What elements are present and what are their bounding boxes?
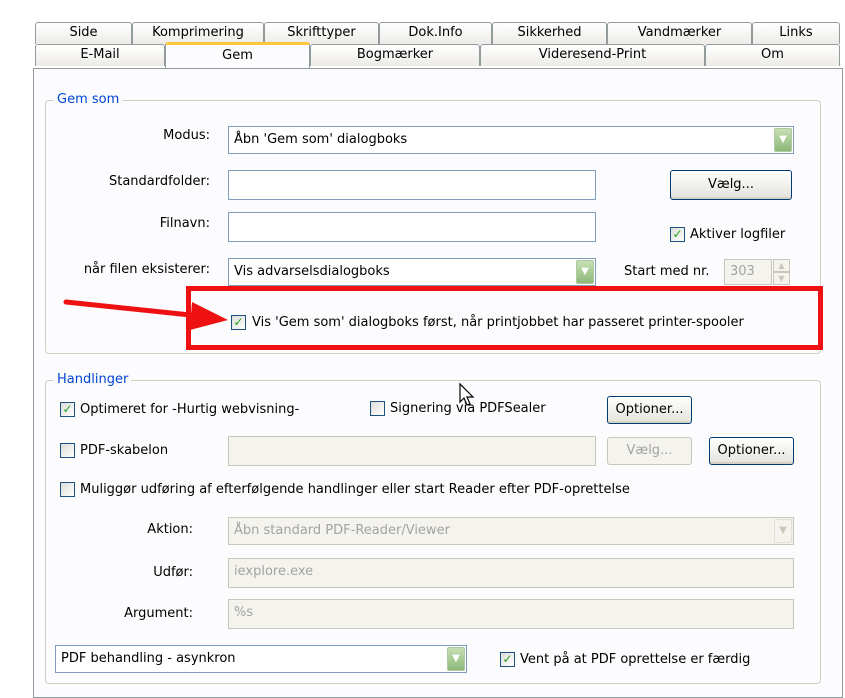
tab-komprimering[interactable]: Komprimering xyxy=(132,22,264,44)
handlinger-legend: Handlinger xyxy=(54,372,132,388)
chevron-down-icon[interactable]: ▼ xyxy=(774,519,792,543)
udfoer-label: Udfør: xyxy=(153,565,193,580)
modus-label: Modus: xyxy=(163,128,210,143)
eksisterer-dropdown[interactable]: Vis advarselsdialogboks ▼ xyxy=(228,258,596,286)
pdf-skabelon-checkbox[interactable] xyxy=(60,443,75,458)
vent-checkbox[interactable]: ✓ xyxy=(500,652,515,667)
udfoer-input[interactable]: iexplore.exe xyxy=(228,558,794,588)
optimeret-checkbox[interactable]: ✓ xyxy=(60,402,75,417)
tab-links[interactable]: Links xyxy=(752,22,840,44)
eksisterer-value: Vis advarselsdialogboks xyxy=(234,264,390,279)
eksisterer-label: når filen eksisterer: xyxy=(83,262,210,277)
vent-label: Vent på at PDF oprettelse er færdig xyxy=(520,652,751,667)
chevron-down-icon[interactable]: ▼ xyxy=(447,647,465,671)
tab-e-mail[interactable]: E-Mail xyxy=(35,44,165,66)
vis-gem-som-checkbox[interactable]: ✓ xyxy=(231,315,246,330)
checkmark-icon: ✓ xyxy=(233,315,244,329)
vaelg-skabelon-button[interactable]: Vælg... xyxy=(607,437,692,465)
tab-bogmaerker[interactable]: Bogmærker xyxy=(310,44,480,66)
aktion-label: Aktion: xyxy=(147,522,193,537)
filnavn-input[interactable] xyxy=(228,212,596,242)
standardfolder-input[interactable] xyxy=(228,170,596,200)
optioner-signering-button[interactable]: Optioner... xyxy=(607,396,692,424)
spin-down-icon[interactable]: ▼ xyxy=(773,272,790,285)
aktiver-logfiler-checkbox[interactable]: ✓ xyxy=(670,227,685,242)
signering-checkbox[interactable] xyxy=(370,401,385,416)
tab-side[interactable]: Side xyxy=(35,22,132,44)
optimeret-label: Optimeret for -Hurtig webvisning- xyxy=(80,402,300,417)
muliggoer-checkbox[interactable] xyxy=(60,482,75,497)
chevron-down-icon[interactable]: ▼ xyxy=(774,128,792,152)
start-med-nr-input[interactable]: 303 xyxy=(724,259,772,285)
pdf-behandling-dropdown[interactable]: PDF behandling - asynkron ▼ xyxy=(55,645,467,673)
vis-gem-som-label: Vis 'Gem som' dialogboks først, når prin… xyxy=(252,315,744,330)
pdf-behandling-value: PDF behandling - asynkron xyxy=(61,651,236,666)
chevron-down-icon[interactable]: ▼ xyxy=(576,260,594,284)
aktion-value: Åbn standard PDF-Reader/Viewer xyxy=(234,523,450,538)
pdf-skabelon-input[interactable] xyxy=(228,436,596,466)
modus-dropdown[interactable]: Åbn 'Gem som' dialogboks ▼ xyxy=(228,126,794,154)
optioner-skabelon-button[interactable]: Optioner... xyxy=(709,437,794,465)
standardfolder-label: Standardfolder: xyxy=(108,174,210,189)
tab-videresend-print[interactable]: Videresend-Print xyxy=(480,44,705,66)
aktion-dropdown[interactable]: Åbn standard PDF-Reader/Viewer ▼ xyxy=(228,517,794,545)
tab-om[interactable]: Om xyxy=(705,44,840,66)
argument-input[interactable]: %s xyxy=(228,599,794,629)
vaelg-folder-button[interactable]: Vælg... xyxy=(670,170,792,200)
tab-vandmaerker[interactable]: Vandmærker xyxy=(607,22,752,44)
argument-label: Argument: xyxy=(124,606,193,621)
tab-skrifttyper[interactable]: Skrifttyper xyxy=(264,22,379,44)
tab-sikkerhed[interactable]: Sikkerhed xyxy=(492,22,607,44)
pdf-skabelon-label: PDF-skabelon xyxy=(80,443,169,458)
aktiver-logfiler-label: Aktiver logfiler xyxy=(690,227,786,242)
gem-som-legend: Gem som xyxy=(54,92,123,108)
checkmark-icon: ✓ xyxy=(672,227,683,241)
muliggoer-label: Muliggør udføring af efterfølgende handl… xyxy=(80,482,630,497)
tab-gem[interactable]: Gem xyxy=(165,42,310,68)
mouse-cursor-icon xyxy=(459,382,475,406)
checkmark-icon: ✓ xyxy=(502,652,513,666)
tab-dok-info[interactable]: Dok.Info xyxy=(379,22,492,44)
modus-value: Åbn 'Gem som' dialogboks xyxy=(234,132,408,147)
checkmark-icon: ✓ xyxy=(62,402,73,416)
spin-up-icon[interactable]: ▲ xyxy=(773,259,790,272)
filnavn-label: Filnavn: xyxy=(159,216,210,231)
start-med-nr-label: Start med nr. xyxy=(624,264,710,279)
